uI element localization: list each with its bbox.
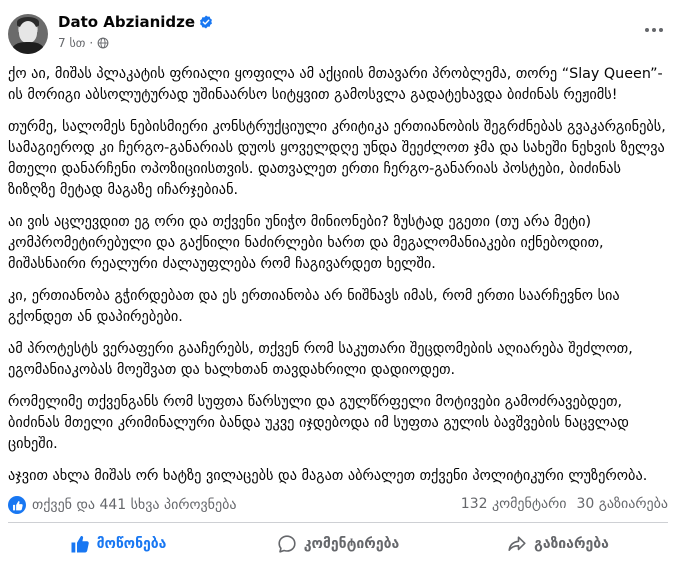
reactions-summary[interactable]: თქვენ და 441 სხვა პიროვნება (8, 496, 236, 514)
comments-count[interactable]: 132 კომენტარი (461, 496, 567, 512)
verified-badge-icon (200, 15, 213, 29)
post-paragraph: კი, ერთიანობა გჭირდებათ და ეს ერთიანობა … (8, 288, 620, 325)
comment-button[interactable]: კომენტირება (228, 526, 448, 562)
shares-count[interactable]: 30 გაზიარება (577, 496, 668, 512)
post-paragraph: თურმე, სალომეს ნებისმიერი კონსტრუქციული … (8, 119, 666, 198)
divider (8, 522, 668, 523)
author-name[interactable]: Dato Abzianidze (58, 13, 195, 31)
like-label: მოწონება (96, 536, 167, 552)
post-paragraph: ქო აი, მიშას პლაკატის ფრიალი ყოფილა ამ ა… (8, 66, 663, 103)
post-body: ქო აი, მიშას პლაკატის ფრიალი ყოფილა ამ ა… (8, 64, 670, 487)
post-paragraph: რომელიმე თქვენგანს რომ სუფთა წარსული და … (8, 394, 629, 452)
like-reaction-icon (8, 496, 26, 514)
post-paragraph: ამ პროტესტს ვერაფერი გააჩერებს, თქვენ რო… (8, 341, 633, 378)
more-options-button[interactable] (642, 22, 666, 38)
more-icon (645, 28, 649, 32)
post-meta: 7 სთ · (58, 36, 109, 50)
like-button[interactable]: მოწონება (8, 526, 228, 562)
like-icon (71, 535, 89, 553)
share-button[interactable]: გაზიარება (448, 526, 668, 562)
engagement-counts: 132 კომენტარი 30 გაზიარება (461, 496, 668, 512)
facebook-post: Dato Abzianidze 7 სთ · ქო აი, მიშას პლაკ… (0, 0, 676, 564)
author-avatar[interactable] (8, 14, 48, 54)
post-actions: მოწონება კომენტირება გაზიარება (8, 526, 668, 562)
post-stats: თქვენ და 441 სხვა პიროვნება 132 კომენტარ… (8, 496, 668, 516)
comment-icon (278, 535, 296, 553)
share-label: გაზიარება (534, 536, 609, 552)
author-name-row: Dato Abzianidze (58, 13, 213, 31)
post-paragraph: აჯვით ახლა მიშას ორ ხატზე ვილაცებს და მა… (8, 468, 648, 484)
post-header: Dato Abzianidze 7 სთ · (0, 0, 676, 60)
post-time[interactable]: 7 სთ (58, 36, 85, 50)
post-paragraph: აი ვის აცლევდით ეგ ორი და თქვენი უნიჭო მ… (8, 214, 604, 272)
comment-label: კომენტირება (303, 536, 400, 552)
reactions-count-text[interactable]: თქვენ და 441 სხვა პიროვნება (32, 497, 236, 513)
globe-icon (97, 37, 109, 49)
share-icon (508, 536, 526, 551)
